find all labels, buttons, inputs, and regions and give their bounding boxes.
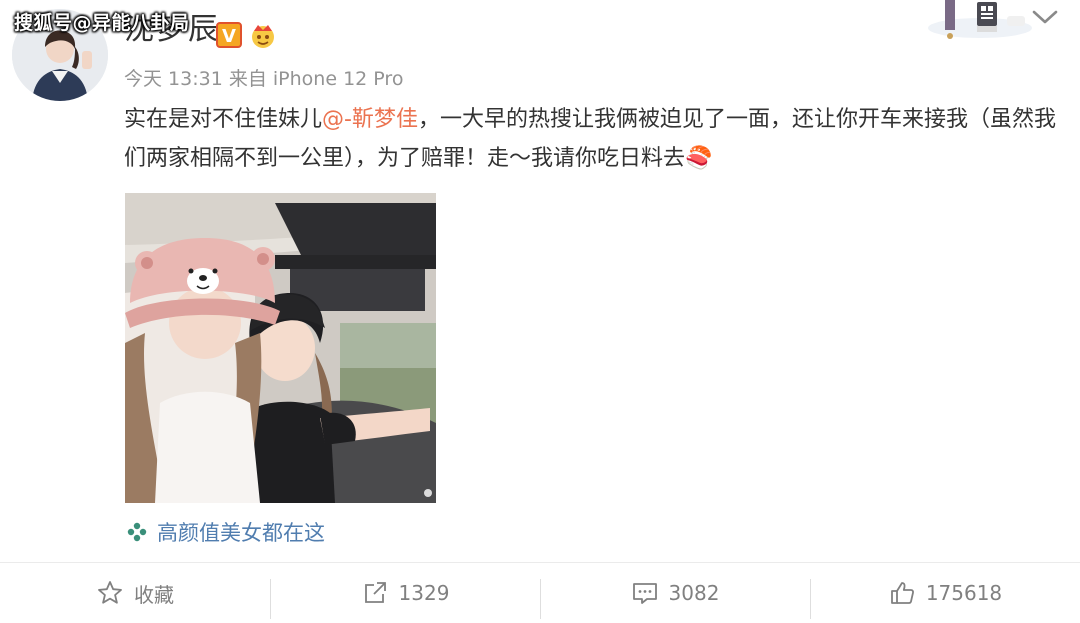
- post-time: 今天 13:31: [124, 68, 223, 90]
- like-button[interactable]: 175618: [810, 563, 1080, 623]
- favorite-button[interactable]: 收藏: [0, 563, 270, 623]
- like-count: 175618: [925, 581, 1003, 605]
- comment-count: 3082: [668, 581, 720, 605]
- comment-icon: [632, 583, 657, 604]
- post-device: iPhone 12 Pro: [272, 68, 404, 90]
- post-photo[interactable]: [125, 193, 436, 503]
- verified-badge-icon: V: [216, 22, 242, 48]
- post-text: 实在是对不住佳妹儿@-靳梦佳，一大早的热搜让我俩被迫见了一面，还让你开车来接我（…: [124, 100, 1064, 178]
- repost-button[interactable]: 1329: [270, 563, 540, 623]
- post-text-before: 实在是对不住佳妹儿: [124, 107, 323, 132]
- comment-button[interactable]: 3082: [540, 563, 810, 623]
- mention-link[interactable]: @-靳梦佳: [322, 107, 418, 132]
- post-source-prefix: 来自: [228, 68, 267, 90]
- member-crown-icon: [252, 25, 274, 48]
- watermark-text: 搜狐号@异能八卦局: [14, 12, 190, 34]
- topic-label: 高颜值美女都在这: [157, 521, 325, 545]
- chevron-down-icon[interactable]: [1030, 6, 1060, 28]
- thumbs-up-icon: [890, 582, 914, 604]
- card-decoration-icon: [928, 0, 1032, 39]
- sushi-emoji-icon: 🍣: [685, 146, 713, 171]
- topic-link[interactable]: 高颜值美女都在这: [125, 517, 325, 547]
- favorite-label: 收藏: [134, 582, 174, 607]
- share-icon: [364, 582, 386, 603]
- pinwheel-icon: [127, 522, 147, 542]
- post-photo-image: [125, 193, 436, 503]
- repost-count: 1329: [398, 581, 450, 605]
- star-icon: [98, 581, 122, 604]
- post-meta: 今天 13:31 来自 iPhone 12 Pro: [124, 64, 403, 91]
- action-bar: 收藏 1329 3082 175618: [0, 562, 1080, 623]
